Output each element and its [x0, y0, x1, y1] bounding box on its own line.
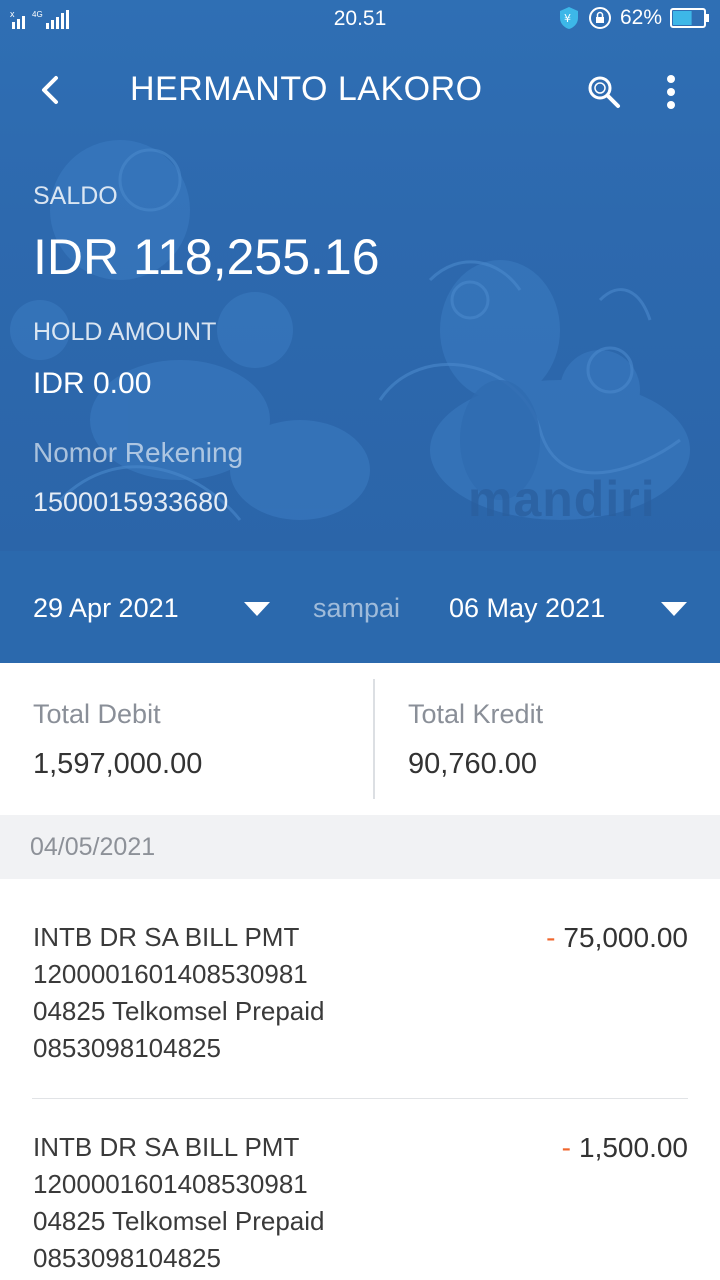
transaction-date-header: 04/05/2021	[0, 815, 720, 879]
saldo-value: IDR 118,255.16	[33, 229, 380, 285]
totals-panel: Total Debit 1,597,000.00 Total Kredit 90…	[0, 663, 720, 815]
date-separator: sampai	[313, 593, 401, 623]
date-range-bar: 29 Apr 2021 sampai 06 May 2021	[0, 551, 720, 663]
transaction-amount: -1,500.00	[561, 1132, 688, 1163]
transaction-row[interactable]: INTB DR SA BILL PMT 120000160140853098​1…	[0, 1129, 720, 1280]
mandiri-logo-watermark: mandiri	[468, 471, 656, 527]
total-debit-value: 1,597,000.00	[33, 748, 203, 780]
debit-sign: -	[561, 1132, 571, 1163]
transaction-description: INTB DR SA BILL PMT 120000160140853098​1…	[33, 922, 325, 1063]
total-kredit-value: 90,760.00	[408, 748, 538, 780]
transaction-date: 04/05/2021	[30, 833, 156, 861]
search-icon[interactable]	[584, 72, 624, 112]
transaction-description: INTB DR SA BILL PMT 120000160140853098​1…	[33, 1132, 325, 1273]
start-date[interactable]: 29 Apr 2021	[33, 593, 179, 624]
hold-amount-value: IDR 0.00	[33, 367, 152, 400]
chevron-down-icon[interactable]	[660, 601, 688, 617]
account-holder-name: HERMANTO LAKORO	[130, 70, 483, 108]
battery-percent: 62%	[619, 6, 662, 29]
hold-amount-label: HOLD AMOUNT	[33, 318, 217, 346]
status-right: ¥ 62%	[558, 6, 710, 30]
svg-text:¥: ¥	[564, 12, 571, 25]
end-date[interactable]: 06 May 2021	[449, 593, 605, 624]
total-kredit-label: Total Kredit	[408, 699, 544, 729]
account-number-value: 1500015933680	[33, 487, 229, 517]
more-vertical-icon[interactable]	[656, 72, 686, 112]
chevron-down-icon[interactable]	[243, 601, 271, 617]
transaction-amount: -75,000.00	[546, 922, 688, 953]
totals-divider	[373, 679, 375, 799]
status-bar: x 4G 20.51 ¥ 62%	[0, 0, 720, 38]
shield-icon: ¥	[559, 7, 578, 29]
account-hero: x 4G 20.51 ¥ 62% HERMANTO LAKORO SALDO I…	[0, 0, 720, 551]
total-debit-label: Total Debit	[33, 699, 161, 729]
app-bar: HERMANTO LAKORO	[0, 56, 720, 126]
battery-icon	[670, 8, 709, 28]
row-divider	[32, 1098, 688, 1099]
rotation-lock-icon	[588, 7, 611, 29]
saldo-label: SALDO	[33, 182, 118, 210]
transaction-row[interactable]: INTB DR SA BILL PMT 120000160140853098​1…	[0, 919, 720, 1099]
debit-sign: -	[546, 922, 556, 953]
back-arrow-icon[interactable]	[30, 70, 70, 110]
account-number-label: Nomor Rekening	[33, 437, 244, 468]
